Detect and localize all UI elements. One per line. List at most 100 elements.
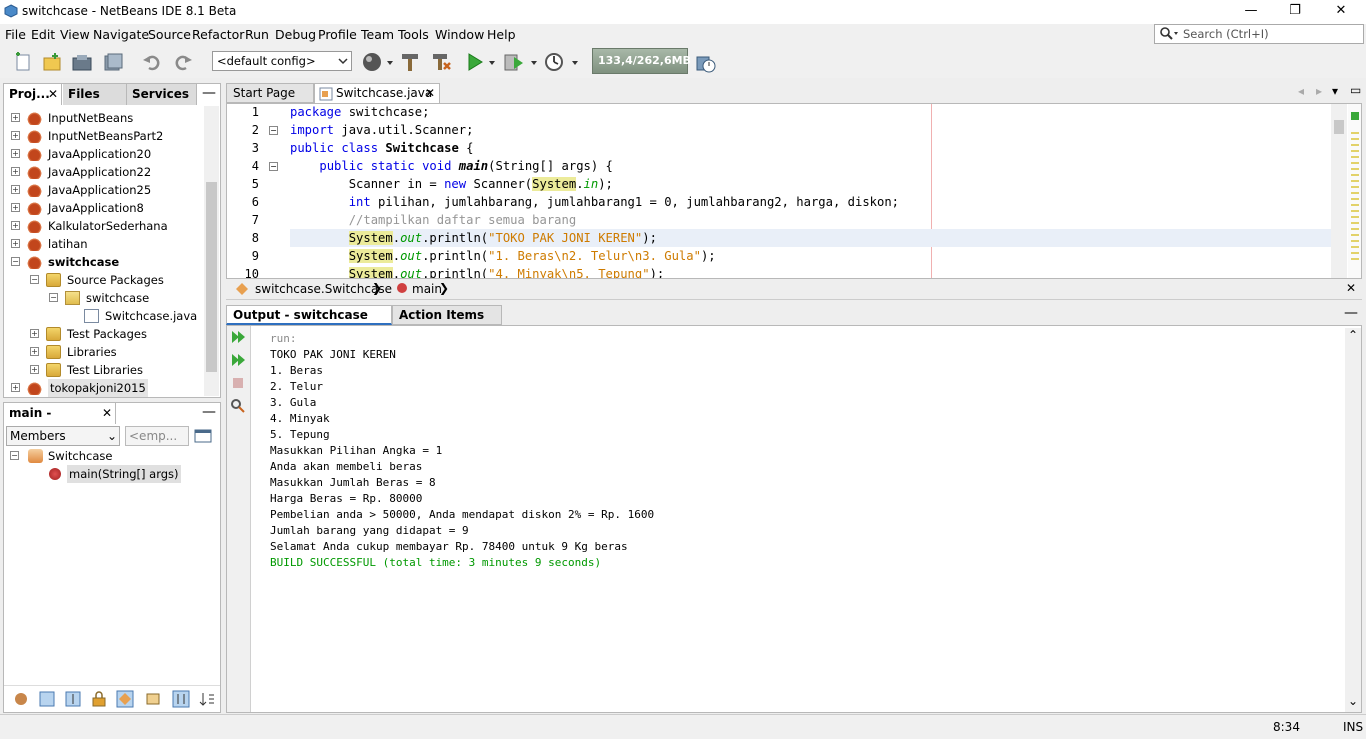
tab-output-run[interactable]: Output - switchcase (run) ✕ bbox=[226, 305, 392, 341]
tab-start-page[interactable]: Start Page bbox=[226, 83, 314, 103]
build-hammer-icon[interactable] bbox=[399, 51, 421, 73]
output-scrollbar[interactable]: ⌃ ⌄ bbox=[1345, 328, 1361, 712]
redo-icon[interactable] bbox=[172, 51, 194, 73]
menu-team[interactable]: Team bbox=[361, 27, 394, 42]
tree-item[interactable]: + Test Libraries bbox=[7, 361, 203, 379]
tab-switchcase-java[interactable]: Switchcase.java ✕ bbox=[314, 83, 440, 103]
tree-item[interactable]: + JavaApplication20 bbox=[7, 145, 203, 163]
code-line[interactable]: int pilihan, jumlahbarang, jumlahbarang1… bbox=[290, 195, 899, 209]
code-line[interactable]: public static void main(String[] args) { bbox=[290, 159, 613, 173]
scroll-tabs-left-icon[interactable]: ◂ bbox=[1298, 84, 1304, 98]
clean-build-icon[interactable] bbox=[430, 51, 452, 73]
tree-item[interactable]: + Libraries bbox=[7, 343, 203, 361]
tree-item[interactable]: + JavaApplication25 bbox=[7, 181, 203, 199]
maximize-editor-icon[interactable]: ▭ bbox=[1350, 83, 1361, 97]
tab-action-items[interactable]: Action Items bbox=[392, 305, 502, 325]
close-icon[interactable]: ✕ bbox=[425, 84, 435, 103]
scroll-tabs-right-icon[interactable]: ▸ bbox=[1316, 84, 1322, 98]
menu-view[interactable]: View bbox=[60, 27, 90, 42]
close-icon[interactable]: ✕ bbox=[48, 84, 58, 104]
tab-navigator[interactable]: main - Navigator ✕ bbox=[4, 403, 116, 440]
expand-toggle[interactable]: − bbox=[30, 275, 39, 284]
chevron-down-icon[interactable] bbox=[386, 51, 394, 73]
fold-marker[interactable]: − bbox=[269, 126, 278, 135]
settings-icon[interactable] bbox=[230, 398, 246, 417]
tree-item[interactable]: − switchcase bbox=[7, 289, 203, 307]
rerun-icon[interactable] bbox=[230, 329, 246, 348]
menu-profile[interactable]: Profile bbox=[318, 27, 357, 42]
expand-toggle[interactable]: + bbox=[30, 347, 39, 356]
profile-icon[interactable] bbox=[543, 51, 565, 73]
minimize-panel-icon[interactable]: — bbox=[202, 85, 216, 101]
globe-icon[interactable] bbox=[361, 51, 383, 73]
expand-toggle[interactable]: − bbox=[11, 257, 20, 266]
open-project-icon[interactable] bbox=[71, 51, 93, 73]
nav-class-item[interactable]: − Switchcase bbox=[7, 447, 207, 465]
expand-toggle[interactable]: + bbox=[11, 149, 20, 158]
expand-toggle[interactable]: + bbox=[11, 203, 20, 212]
garbage-collect-icon[interactable] bbox=[694, 51, 716, 73]
code-line[interactable]: //tampilkan daftar semua barang bbox=[290, 213, 576, 227]
menu-file[interactable]: File bbox=[5, 27, 26, 42]
tab-list-icon[interactable]: ▾ bbox=[1332, 84, 1338, 98]
expand-toggle[interactable]: + bbox=[11, 113, 20, 122]
tree-item[interactable]: + Test Packages bbox=[7, 325, 203, 343]
scrollbar-thumb[interactable] bbox=[206, 182, 217, 372]
menu-window[interactable]: Window bbox=[435, 27, 484, 42]
debug-icon[interactable] bbox=[503, 51, 525, 73]
expand-toggle[interactable]: + bbox=[11, 239, 20, 248]
breadcrumb-method[interactable]: main bbox=[412, 282, 442, 296]
code-line[interactable]: public class Switchcase { bbox=[290, 141, 473, 155]
code-line[interactable]: System.out.println("4. Minyak\n5. Tepung… bbox=[290, 267, 664, 278]
tree-item[interactable]: + JavaApplication22 bbox=[7, 163, 203, 181]
scroll-up-icon[interactable]: ⌃ bbox=[1348, 328, 1358, 342]
sort-source-icon[interactable] bbox=[198, 690, 216, 711]
code-editor[interactable]: 1 2 3 4 5 6 7 8 9 10 − − package switchcase; import … bbox=[226, 103, 1362, 279]
close-icon[interactable]: ✕ bbox=[1346, 281, 1356, 295]
navigator-options-icon[interactable] bbox=[194, 427, 212, 448]
minimize-panel-icon[interactable]: — bbox=[1344, 305, 1358, 321]
tree-item[interactable]: − switchcase bbox=[7, 253, 203, 271]
minimize-button[interactable]: — bbox=[1228, 0, 1274, 24]
code-line[interactable]: import java.util.Scanner; bbox=[290, 123, 473, 137]
menu-tools[interactable]: Tools bbox=[398, 27, 429, 42]
menu-navigate[interactable]: Navigate bbox=[93, 27, 149, 42]
expand-toggle[interactable]: + bbox=[30, 329, 39, 338]
minimize-panel-icon[interactable]: — bbox=[202, 404, 216, 420]
fields-icon[interactable] bbox=[38, 690, 56, 711]
nav-method-item[interactable]: main(String[] args) bbox=[7, 465, 207, 483]
tree-item[interactable]: − Source Packages bbox=[7, 271, 203, 289]
scrollbar-thumb[interactable] bbox=[1334, 120, 1344, 134]
expand-toggle[interactable]: + bbox=[11, 383, 20, 392]
undo-icon[interactable] bbox=[141, 51, 163, 73]
sort-alpha-icon[interactable] bbox=[172, 690, 190, 711]
expand-toggle[interactable]: + bbox=[11, 131, 20, 140]
chevron-down-icon[interactable] bbox=[488, 51, 496, 73]
class-filter-icon[interactable] bbox=[116, 690, 134, 711]
code-line[interactable]: System.out.println("1. Beras\n2. Telur\n… bbox=[290, 249, 716, 263]
lock-icon[interactable] bbox=[90, 690, 108, 711]
close-window-button[interactable]: ✕ bbox=[1318, 0, 1364, 24]
collapse-toggle[interactable]: − bbox=[10, 451, 19, 460]
tree-item[interactable]: + InputNetBeansPart2 bbox=[7, 127, 203, 145]
members-select[interactable]: Members ⌄ bbox=[6, 426, 120, 446]
menu-debug[interactable]: Debug bbox=[275, 27, 316, 42]
expand-toggle[interactable]: + bbox=[11, 185, 20, 194]
static-icon[interactable] bbox=[64, 690, 82, 711]
tab-services[interactable]: Services bbox=[127, 84, 197, 105]
new-file-icon[interactable] bbox=[12, 51, 34, 73]
new-project-icon[interactable] bbox=[41, 51, 63, 73]
tree-item[interactable]: Switchcase.java bbox=[7, 307, 203, 325]
tree-item[interactable]: + InputNetBeans bbox=[7, 109, 203, 127]
inherited-icon[interactable] bbox=[12, 690, 30, 711]
search-input[interactable]: Search (Ctrl+I) bbox=[1183, 27, 1269, 41]
tree-item[interactable]: + latihan bbox=[7, 235, 203, 253]
sort-icon[interactable] bbox=[144, 690, 162, 711]
code-line[interactable]: System.out.println("TOKO PAK JONI KEREN"… bbox=[290, 231, 657, 245]
menu-source[interactable]: Source bbox=[148, 27, 191, 42]
chevron-down-icon[interactable] bbox=[571, 51, 579, 73]
menu-help[interactable]: Help bbox=[487, 27, 516, 42]
expand-toggle[interactable]: − bbox=[49, 293, 58, 302]
chevron-down-icon[interactable] bbox=[530, 51, 538, 73]
run-icon[interactable] bbox=[464, 51, 486, 73]
